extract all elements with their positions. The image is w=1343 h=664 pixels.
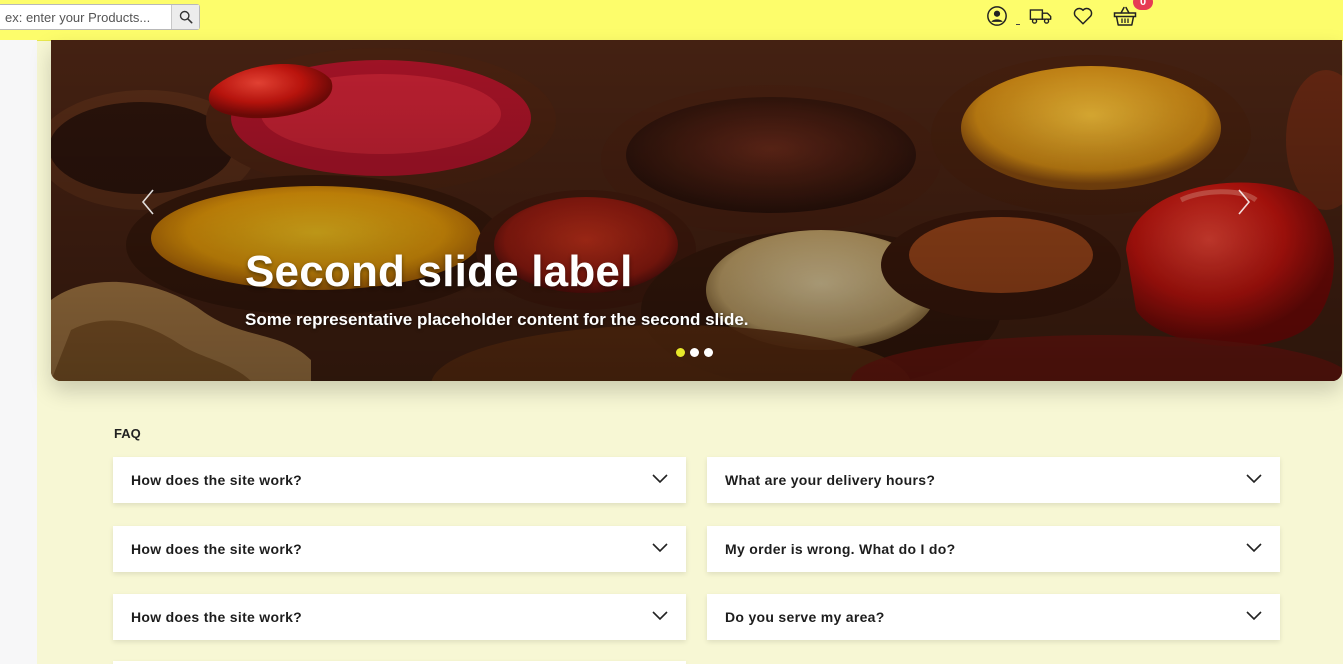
carousel-indicator[interactable] [676,348,685,357]
delivery-link[interactable] [1029,5,1053,27]
faq-heading: FAQ [114,426,141,441]
slide-title: Second slide label [245,247,633,296]
carousel-indicator[interactable] [704,348,713,357]
chevron-down-icon [1246,474,1262,484]
search-icon [179,10,192,24]
account-link[interactable] [986,5,1008,27]
faq-question: How does the site work? [131,541,303,557]
basket-icon [1113,6,1137,26]
faq-question: Do you serve my area? [725,609,885,625]
slide-caption: Some representative placeholder content … [245,310,749,329]
top-navbar: 0 [0,0,1343,41]
faq-item[interactable]: Do you serve my area? [707,594,1280,640]
faq-question: How does the site work? [131,609,303,625]
faq-question: How does the site work? [131,472,303,488]
carousel-indicator[interactable] [690,348,699,357]
faq-item[interactable]: How does the site work? [113,594,686,640]
hero-carousel: Second slide label Some representative p… [51,40,1342,381]
faq-question: My order is wrong. What do I do? [725,541,956,557]
chevron-down-icon [652,543,668,553]
left-gutter [0,40,37,664]
search-input[interactable] [0,5,171,29]
faq-item[interactable]: How does the site work? [113,526,686,572]
faq-item[interactable]: How does the site work? [113,457,686,503]
carousel-indicators [676,348,713,357]
chevron-left-icon [141,189,154,215]
search-button[interactable] [171,5,199,29]
search-form [0,4,200,30]
faq-item[interactable]: My order is wrong. What do I do? [707,526,1280,572]
cart-count-badge: 0 [1133,0,1153,10]
chevron-down-icon [1246,611,1262,621]
faq-item[interactable]: What are your delivery hours? [707,457,1280,503]
carousel-next-button[interactable] [1229,184,1259,220]
cart-link[interactable] [1113,5,1137,27]
heart-icon [1073,7,1093,25]
carousel-prev-button[interactable] [133,184,163,220]
faq-question: What are your delivery hours? [725,472,936,488]
separator [1016,24,1020,25]
chevron-down-icon [652,474,668,484]
user-icon [987,6,1007,26]
chevron-down-icon [1246,543,1262,553]
chevron-down-icon [652,611,668,621]
chevron-right-icon [1238,189,1251,215]
truck-icon [1029,9,1052,24]
wishlist-link[interactable] [1072,5,1094,27]
